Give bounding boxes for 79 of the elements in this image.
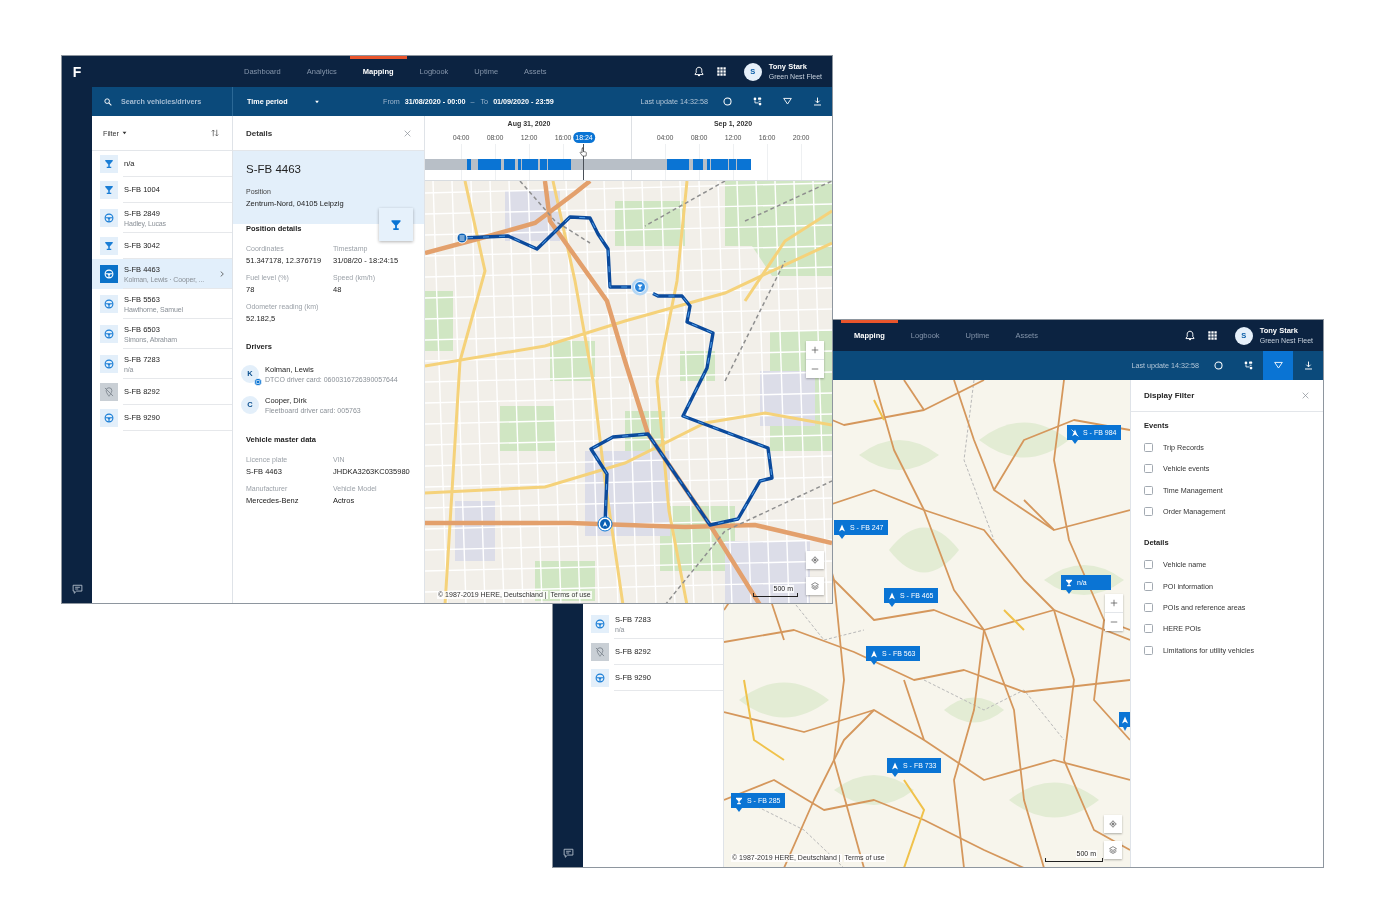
- caret-icon: [314, 99, 320, 104]
- navigation-arrow-icon: [870, 649, 878, 658]
- scale-bar: [753, 593, 798, 597]
- navigation-arrow-icon: [888, 591, 896, 600]
- navigation-marker-icon[interactable]: [597, 516, 613, 532]
- chat-icon[interactable]: [71, 584, 83, 594]
- checkbox[interactable]: [1144, 602, 1153, 612]
- crosshair-icon: [1109, 820, 1117, 828]
- crosshair-icon: [811, 556, 819, 564]
- checkbox[interactable]: [1144, 485, 1153, 495]
- funnel-icon: [100, 181, 118, 199]
- ring-icon: [1213, 361, 1223, 370]
- navigation-arrow-icon: [838, 523, 846, 532]
- steering-wheel-icon: [100, 265, 118, 283]
- checkbox[interactable]: [1144, 464, 1153, 474]
- panel-title: Details: [246, 128, 273, 138]
- app-logo: F: [71, 62, 83, 82]
- navigation-arrow-icon: [891, 761, 899, 770]
- route-icon: [1243, 361, 1253, 370]
- sort-icon[interactable]: [211, 129, 219, 137]
- map-marker[interactable]: [1119, 712, 1130, 731]
- scale-bar: [1045, 858, 1103, 862]
- layers-icon: [1109, 846, 1117, 854]
- crossed-out-pin-icon: [100, 383, 118, 401]
- bell-icon[interactable]: [693, 66, 704, 77]
- checkbox[interactable]: [1144, 581, 1153, 591]
- chevron-right-icon: [219, 271, 225, 277]
- route-line[interactable]: [589, 291, 774, 527]
- funnel-icon: [100, 155, 118, 173]
- steering-wheel-icon: [100, 355, 118, 373]
- checkbox[interactable]: [1144, 443, 1153, 453]
- close-icon[interactable]: [404, 129, 411, 137]
- layers-icon: [811, 582, 819, 590]
- hand-cursor-icon: [579, 147, 588, 157]
- ring-icon: [722, 97, 732, 106]
- caret-icon: [122, 131, 127, 135]
- funnel-icon: [1065, 578, 1073, 587]
- minus-icon: [1110, 618, 1118, 626]
- steering-wheel-icon: [100, 209, 118, 227]
- chat-icon[interactable]: [562, 848, 574, 858]
- filter-button[interactable]: [1263, 351, 1293, 380]
- checkbox[interactable]: [1144, 624, 1153, 634]
- funnel-icon: [100, 237, 118, 255]
- steering-wheel-icon: [591, 615, 609, 633]
- steering-wheel-icon: [100, 325, 118, 343]
- route-icon: [752, 97, 762, 106]
- funnel-icon: [390, 218, 402, 231]
- minus-icon: [811, 365, 819, 373]
- navigation-arrow-icon: [1121, 715, 1129, 724]
- locate-button[interactable]: [806, 551, 824, 569]
- steering-wheel-icon: [100, 295, 118, 313]
- locate-button[interactable]: [1104, 815, 1122, 833]
- funnel-icon: [735, 796, 743, 805]
- funnel-marker-icon[interactable]: [631, 278, 649, 296]
- vehicle-type-button[interactable]: [379, 208, 413, 241]
- layers-button[interactable]: [1104, 841, 1122, 859]
- vehicle-title: S-FB 4463: [246, 162, 301, 176]
- checkbox[interactable]: [1144, 560, 1153, 570]
- route-line[interactable]: [466, 215, 632, 289]
- filter-icon: [782, 97, 792, 106]
- download-icon: [812, 97, 822, 106]
- close-icon[interactable]: [1302, 392, 1309, 399]
- plus-icon: [811, 346, 819, 354]
- layers-button[interactable]: [806, 577, 824, 595]
- crossed-arrow-icon: [1071, 428, 1079, 437]
- apps-grid-icon[interactable]: [716, 67, 726, 76]
- search-icon: [104, 97, 112, 106]
- checkbox[interactable]: [1144, 645, 1153, 655]
- steering-wheel-icon: [100, 409, 118, 427]
- plus-icon: [1110, 599, 1118, 607]
- start-marker-icon[interactable]: [456, 232, 468, 244]
- download-icon: [1303, 361, 1313, 370]
- apps-grid-icon[interactable]: [1207, 331, 1217, 340]
- steering-wheel-icon: [591, 669, 609, 687]
- panel-title: Display Filter: [1144, 391, 1195, 400]
- crossed-out-pin-icon: [591, 643, 609, 661]
- bell-icon[interactable]: [1184, 330, 1195, 341]
- filter-icon: [1273, 361, 1283, 370]
- checkbox[interactable]: [1144, 507, 1153, 517]
